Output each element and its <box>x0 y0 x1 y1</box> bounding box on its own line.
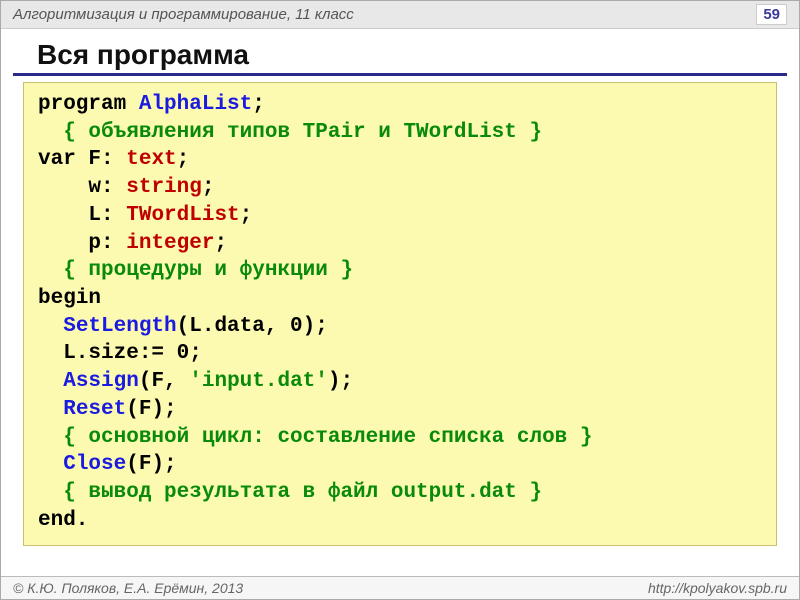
code-block: program AlphaList; { объявления типов TP… <box>23 82 777 546</box>
paren-open: (F, <box>139 370 189 393</box>
indent <box>38 232 88 255</box>
code-line: var F: text; <box>38 146 762 174</box>
indent <box>38 204 88 227</box>
code-comment: { основной цикл: составление списка слов… <box>38 424 762 452</box>
fn-close: Close <box>63 453 126 476</box>
call-args: (F); <box>126 453 176 476</box>
subject-label: Алгоритмизация и программирование, 11 кл… <box>13 6 354 23</box>
semicolon: ; <box>240 204 253 227</box>
header-bar: Алгоритмизация и программирование, 11 кл… <box>1 1 799 29</box>
string-literal: 'input.dat' <box>189 370 328 393</box>
indent <box>38 370 63 393</box>
semicolon: ; <box>214 232 227 255</box>
semicolon: ; <box>252 93 265 116</box>
kw-var: var <box>38 148 88 171</box>
code-line: Close(F); <box>38 451 762 479</box>
code-line: w: string; <box>38 174 762 202</box>
program-name: AlphaList <box>139 93 252 116</box>
code-line: Reset(F); <box>38 396 762 424</box>
code-comment: { объявления типов TPair и TWordList } <box>38 119 762 147</box>
kw-end: end. <box>38 507 762 535</box>
fn-setlength: SetLength <box>63 315 176 338</box>
code-line: p: integer; <box>38 230 762 258</box>
indent <box>38 315 63 338</box>
indent <box>38 453 63 476</box>
semicolon: ; <box>177 148 190 171</box>
call-args: (F); <box>126 398 176 421</box>
footer-authors: © К.Ю. Поляков, Е.А. Ерёмин, 2013 <box>13 580 243 596</box>
code-line: Assign(F, 'input.dat'); <box>38 368 762 396</box>
paren-close: ); <box>328 370 353 393</box>
footer-url: http://kpolyakov.spb.ru <box>648 580 787 596</box>
type-integer: integer <box>126 232 214 255</box>
code-line: L.size:= 0; <box>38 340 762 368</box>
var-p: p: <box>88 232 126 255</box>
type-twordlist: TWordList <box>126 204 239 227</box>
footer-bar: © К.Ю. Поляков, Е.А. Ерёмин, 2013 http:/… <box>1 576 799 599</box>
fn-reset: Reset <box>63 398 126 421</box>
code-comment: { вывод результата в файл output.dat } <box>38 479 762 507</box>
page-number: 59 <box>756 4 787 25</box>
fn-assign: Assign <box>63 370 139 393</box>
var-f: F: <box>88 148 126 171</box>
semicolon: ; <box>202 176 215 199</box>
var-l: L: <box>88 204 126 227</box>
call-args: (L.data, 0); <box>177 315 328 338</box>
code-line: SetLength(L.data, 0); <box>38 313 762 341</box>
type-string: string <box>126 176 202 199</box>
code-line: L: TWordList; <box>38 202 762 230</box>
type-text: text <box>126 148 176 171</box>
indent <box>38 398 63 421</box>
page-title: Вся программа <box>13 33 787 76</box>
indent <box>38 176 88 199</box>
var-w: w: <box>88 176 126 199</box>
code-line: program AlphaList; <box>38 91 762 119</box>
slide-container: Алгоритмизация и программирование, 11 кл… <box>0 0 800 600</box>
code-comment: { процедуры и функции } <box>38 257 762 285</box>
kw-begin: begin <box>38 285 762 313</box>
kw-program: program <box>38 93 139 116</box>
